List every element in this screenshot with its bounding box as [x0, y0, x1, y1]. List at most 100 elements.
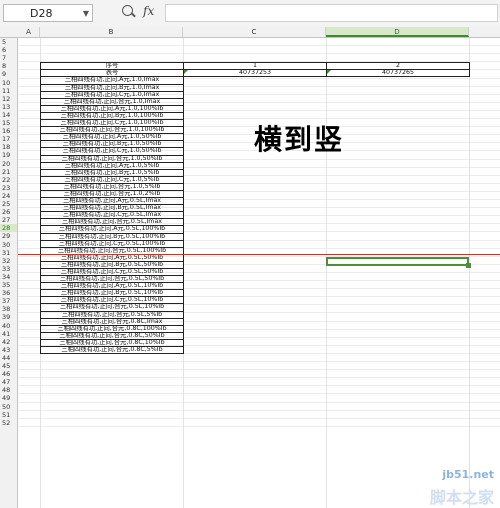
- empty-cell[interactable]: [327, 141, 470, 148]
- meter-label-cell[interactable]: 表号: [40, 69, 184, 78]
- item-cell[interactable]: 三相四线有功,正向,合元,0.5L,5%Ib: [40, 310, 184, 319]
- row-header-24[interactable]: 24: [0, 192, 17, 200]
- empty-cell[interactable]: [184, 219, 327, 226]
- row-header-22[interactable]: 22: [0, 176, 17, 184]
- row-header-25[interactable]: 25: [0, 200, 17, 208]
- item-cell[interactable]: 三相四线有功,正向,合元,1.0,100%Ib: [40, 126, 184, 135]
- empty-cell[interactable]: [184, 276, 327, 283]
- empty-cell[interactable]: [184, 283, 327, 290]
- empty-cell[interactable]: [184, 84, 327, 91]
- empty-cell[interactable]: [327, 134, 470, 141]
- row-header-47[interactable]: 47: [0, 378, 17, 386]
- empty-cell[interactable]: [327, 205, 470, 212]
- item-cell[interactable]: 三相四线有功,正向,合元,0.8C,100%Ib: [40, 324, 184, 333]
- empty-cell[interactable]: [184, 261, 327, 268]
- empty-cell[interactable]: [327, 84, 470, 91]
- item-cell[interactable]: 三相四线有功,正向,A元,0.5L,50%Ib: [40, 253, 184, 262]
- item-cell[interactable]: 三相四线有功,正向,合元,1.0,Imax: [40, 97, 184, 106]
- item-cell[interactable]: 三相四线有功,正向,合元,0.5L,10%Ib: [40, 303, 184, 312]
- column-header-b[interactable]: B: [40, 27, 183, 37]
- empty-cell[interactable]: [327, 233, 470, 240]
- row-header-50[interactable]: 50: [0, 403, 17, 411]
- row-header-13[interactable]: 13: [0, 103, 17, 111]
- row-header-30[interactable]: 30: [0, 241, 17, 249]
- empty-cell[interactable]: [184, 332, 327, 339]
- empty-cell[interactable]: [184, 77, 327, 84]
- zoom-icon[interactable]: [122, 5, 133, 16]
- empty-cell[interactable]: [327, 325, 470, 332]
- empty-cell[interactable]: [327, 304, 470, 311]
- item-cell[interactable]: 三相四线有功,正向,A元,1.0,100%Ib: [40, 104, 184, 113]
- row-header-26[interactable]: 26: [0, 208, 17, 216]
- empty-cell[interactable]: [184, 98, 327, 105]
- item-cell[interactable]: 三相四线有功,正向,C元,0.5L,100%Ib: [40, 239, 184, 248]
- row-header-19[interactable]: 19: [0, 151, 17, 159]
- empty-cell[interactable]: [327, 162, 470, 169]
- selected-cell-d28[interactable]: [326, 257, 469, 266]
- empty-cell[interactable]: [327, 91, 470, 98]
- header-d-cell[interactable]: 2: [326, 62, 470, 71]
- row-header-18[interactable]: 18: [0, 143, 17, 151]
- item-cell[interactable]: 三相四线有功,正向,合元,1.0,5%Ib: [40, 182, 184, 191]
- row-header-11[interactable]: 11: [0, 87, 17, 95]
- empty-cell[interactable]: [184, 162, 327, 169]
- item-cell[interactable]: 三相四线有功,正向,合元,1.0,50%Ib: [40, 154, 184, 163]
- empty-cell[interactable]: [184, 318, 327, 325]
- row-header-43[interactable]: 43: [0, 346, 17, 354]
- empty-cell[interactable]: [184, 297, 327, 304]
- item-cell[interactable]: 三相四线有功,正向,C元,1.0,5%Ib: [40, 175, 184, 184]
- empty-cell[interactable]: [327, 269, 470, 276]
- row-header-12[interactable]: 12: [0, 95, 17, 103]
- empty-cell[interactable]: [327, 77, 470, 84]
- item-cell[interactable]: 三相四线有功,正向,C元,1.0,100%Ib: [40, 119, 184, 128]
- row-header-48[interactable]: 48: [0, 386, 17, 394]
- empty-cell[interactable]: [327, 297, 470, 304]
- row-header-51[interactable]: 51: [0, 411, 17, 419]
- row-header-32[interactable]: 32: [0, 257, 17, 265]
- row-header-31[interactable]: 31: [0, 249, 17, 257]
- empty-cell[interactable]: [184, 212, 327, 219]
- empty-cell[interactable]: [327, 127, 470, 134]
- empty-cell[interactable]: [327, 311, 470, 318]
- item-cell[interactable]: 三相四线有功,正向,B元,1.0,Imax: [40, 83, 184, 92]
- empty-cell[interactable]: [184, 240, 327, 247]
- empty-cell[interactable]: [327, 226, 470, 233]
- column-header-c[interactable]: C: [183, 27, 326, 37]
- row-header-17[interactable]: 17: [0, 135, 17, 143]
- empty-cell[interactable]: [327, 212, 470, 219]
- item-cell[interactable]: 三相四线有功,正向,C元,0.5L,10%Ib: [40, 296, 184, 305]
- empty-cell[interactable]: [327, 339, 470, 346]
- row-header-9[interactable]: 9: [0, 70, 17, 78]
- empty-cell[interactable]: [184, 198, 327, 205]
- column-header-d[interactable]: D: [326, 27, 469, 37]
- item-cell[interactable]: 三相四线有功,正向,合元,0.8C,Imax: [40, 317, 184, 326]
- row-header-28[interactable]: 28: [0, 224, 17, 233]
- item-cell[interactable]: 三相四线有功,正向,A元,1.0,Imax: [40, 76, 184, 85]
- row-header-8[interactable]: 8: [0, 62, 17, 70]
- row-header-7[interactable]: 7: [0, 54, 17, 62]
- item-cell[interactable]: 三相四线有功,正向,A元,0.5L,100%Ib: [40, 225, 184, 234]
- empty-cell[interactable]: [327, 318, 470, 325]
- row-header-29[interactable]: 29: [0, 232, 17, 240]
- column-header-a[interactable]: A: [18, 27, 40, 37]
- item-cell[interactable]: 三相四线有功,正向,A元,0.5L,Imax: [40, 197, 184, 206]
- header-c-cell[interactable]: 1: [183, 62, 327, 71]
- row-header-46[interactable]: 46: [0, 370, 17, 378]
- item-cell[interactable]: 三相四线有功,正向,合元,0.8C,5%Ib: [40, 346, 184, 355]
- empty-cell[interactable]: [327, 347, 470, 354]
- item-cell[interactable]: 三相四线有功,正向,C元,1.0,50%Ib: [40, 147, 184, 156]
- item-cell[interactable]: 三相四线有功,正向,B元,0.5L,100%Ib: [40, 232, 184, 241]
- row-header-5[interactable]: 5: [0, 38, 17, 46]
- empty-cell[interactable]: [327, 112, 470, 119]
- empty-cell[interactable]: [184, 347, 327, 354]
- empty-cell[interactable]: [327, 240, 470, 247]
- item-cell[interactable]: 三相四线有功,正向,A元,1.0,50%Ib: [40, 133, 184, 142]
- item-cell[interactable]: 三相四线有功,正向,A元,0.5L,10%Ib: [40, 282, 184, 291]
- row-header-41[interactable]: 41: [0, 330, 17, 338]
- row-header-15[interactable]: 15: [0, 119, 17, 127]
- item-cell[interactable]: 三相四线有功,正向,B元,1.0,50%Ib: [40, 140, 184, 149]
- row-header-40[interactable]: 40: [0, 322, 17, 330]
- item-cell[interactable]: 三相四线有功,正向,合元,0.5L,Imax: [40, 218, 184, 227]
- empty-cell[interactable]: [327, 198, 470, 205]
- row-header-42[interactable]: 42: [0, 338, 17, 346]
